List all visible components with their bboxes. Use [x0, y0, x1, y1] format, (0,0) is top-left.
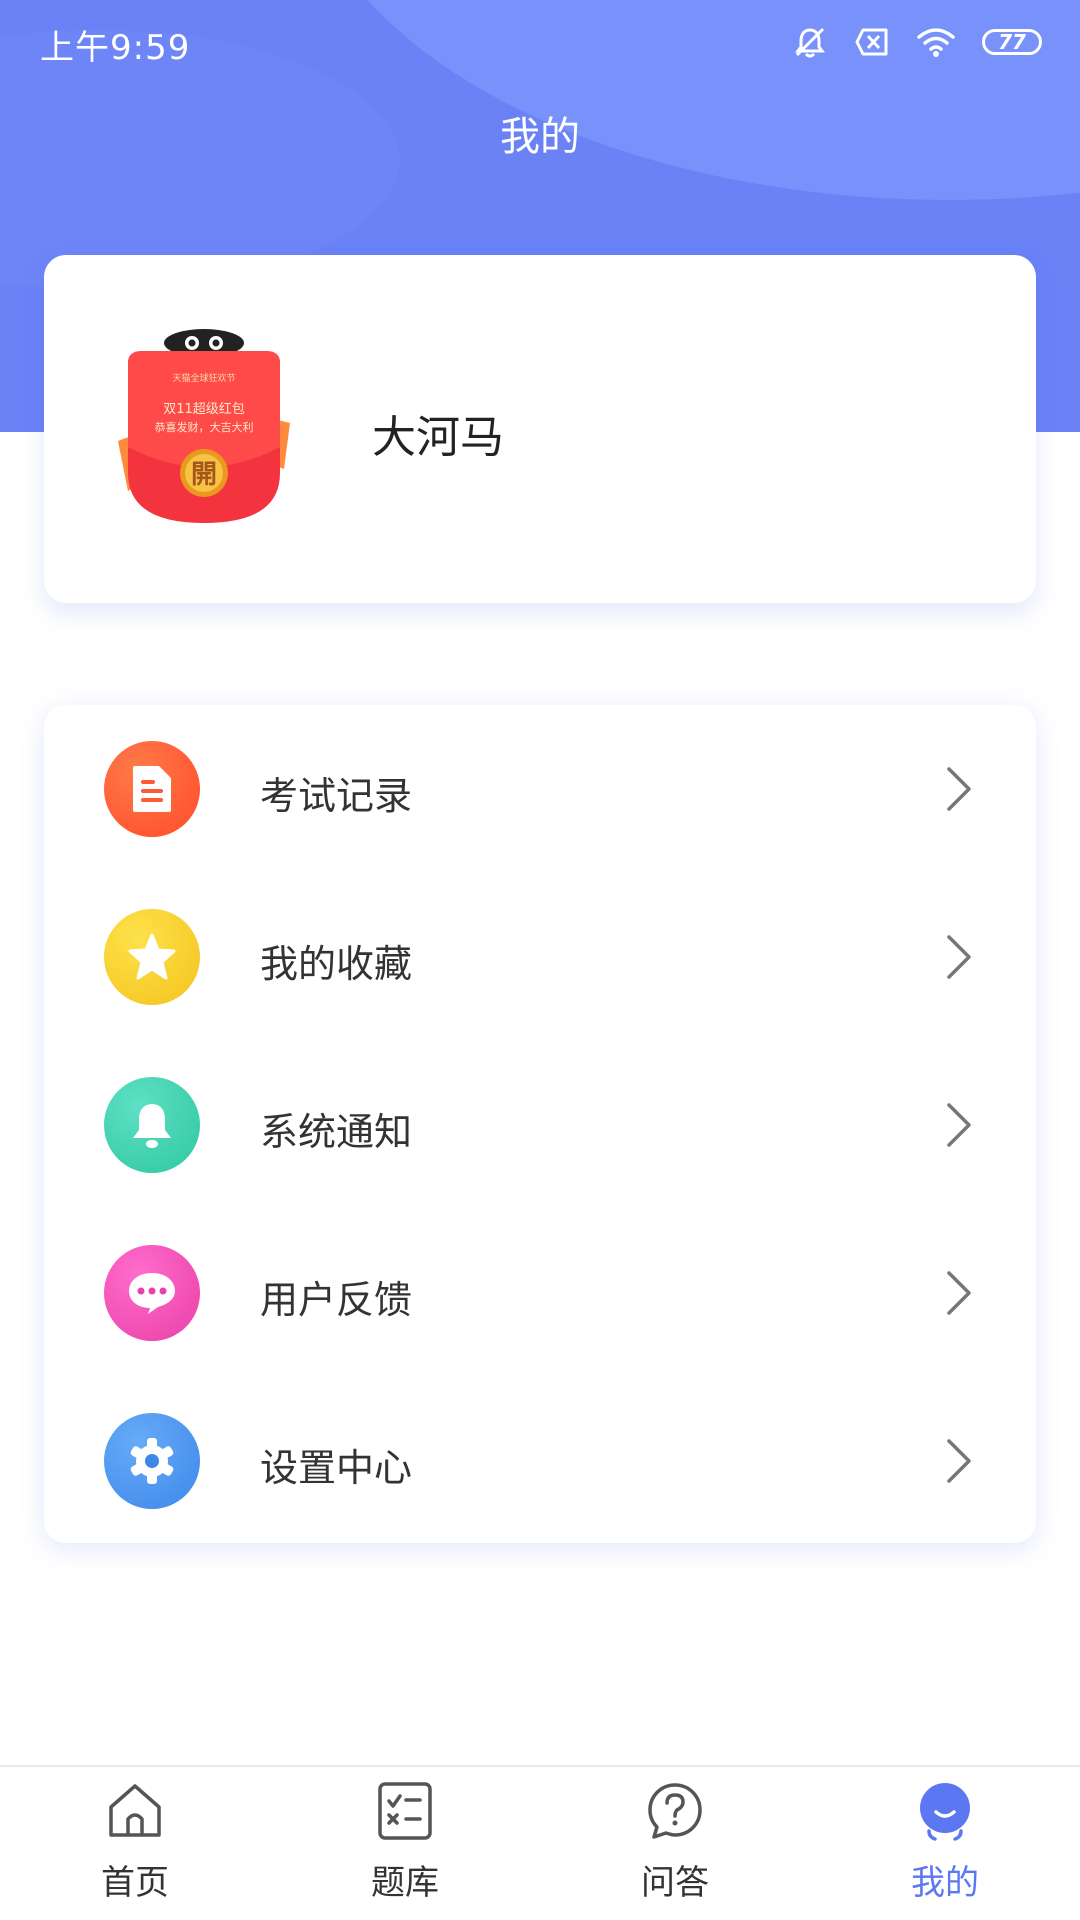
- nav-item-home[interactable]: 首页: [35, 1767, 235, 1920]
- no-sim-icon: [855, 28, 888, 56]
- menu-item-label: 用户反馈: [260, 1278, 413, 1322]
- status-bar: 上午9:59 77: [0, 0, 1080, 86]
- home-icon: [109, 1784, 161, 1837]
- menu-item-icon-bg: [104, 909, 200, 1005]
- bell-icon: [133, 1104, 171, 1148]
- menu-item-label: 考试记录: [260, 774, 413, 818]
- avatar-text-line1: 双11超级红包: [163, 401, 245, 417]
- question-bank-icon: [378, 1782, 432, 1840]
- menu-item-label: 我的收藏: [260, 942, 413, 986]
- gear-icon: [130, 1438, 174, 1484]
- nav-item-label: 题库: [371, 1863, 439, 1903]
- chevron-right-icon: [947, 1271, 971, 1315]
- chevron-right-icon: [947, 1439, 971, 1483]
- wifi-icon: [917, 28, 955, 57]
- menu-item-label: 设置中心: [260, 1446, 413, 1490]
- nav-item-question-bank[interactable]: 题库: [305, 1767, 505, 1920]
- menu-item-icon-bg: [104, 1413, 200, 1509]
- avatar-open-label: 開: [191, 460, 217, 490]
- menu-item-settings[interactable]: 设置中心: [44, 1377, 1036, 1545]
- nav-item-label: 我的: [911, 1863, 979, 1903]
- chevron-right-icon: [947, 1103, 971, 1147]
- profile-page: 上午9:59 77 我的 天猫全球狂欢节 双11超级红包 恭喜发财，大吉大利 開…: [0, 0, 1080, 1920]
- profile-card[interactable]: 天猫全球狂欢节 双11超级红包 恭喜发财，大吉大利 開 大河马: [44, 255, 1036, 603]
- chat-icon: [129, 1273, 175, 1314]
- bottom-nav: 首页 题库 问答 我的: [0, 1765, 1080, 1920]
- nav-item-label: 问答: [641, 1863, 709, 1903]
- document-icon: [133, 766, 171, 812]
- avatar-text-line2: 恭喜发财，大吉大利: [155, 420, 254, 434]
- menu-item-exam-records[interactable]: 考试记录: [44, 705, 1036, 873]
- status-icons: 77: [792, 22, 1042, 62]
- battery-indicator: 77: [982, 29, 1042, 55]
- mute-bell-icon: [795, 27, 825, 58]
- nav-item-qa[interactable]: 问答: [575, 1767, 775, 1920]
- chevron-right-icon: [947, 935, 971, 979]
- menu-item-icon-bg: [104, 741, 200, 837]
- username: 大河马: [372, 412, 504, 463]
- menu-item-system-notice[interactable]: 系统通知: [44, 1041, 1036, 1209]
- avatar[interactable]: 天猫全球狂欢节 双11超级红包 恭喜发财，大吉大利 開: [114, 323, 294, 533]
- question-icon: [648, 1783, 702, 1839]
- battery-level: 77: [998, 30, 1026, 54]
- svg-text:天猫全球狂欢节: 天猫全球狂欢节: [172, 372, 235, 384]
- menu-item-feedback[interactable]: 用户反馈: [44, 1209, 1036, 1377]
- chevron-right-icon: [947, 767, 971, 811]
- menu-card: 考试记录 我的收藏 系统通知 用户反馈 设置中心: [44, 705, 1036, 1543]
- status-time: 上午9:59: [40, 28, 191, 68]
- star-icon: [128, 933, 176, 980]
- profile-icon: [920, 1783, 970, 1841]
- menu-item-label: 系统通知: [260, 1110, 413, 1154]
- nav-item-mine[interactable]: 我的: [845, 1767, 1045, 1920]
- menu-item-icon-bg: [104, 1077, 200, 1173]
- page-title: 我的: [500, 114, 580, 160]
- menu-item-favorites[interactable]: 我的收藏: [44, 873, 1036, 1041]
- nav-item-label: 首页: [101, 1863, 169, 1903]
- menu-item-icon-bg: [104, 1245, 200, 1341]
